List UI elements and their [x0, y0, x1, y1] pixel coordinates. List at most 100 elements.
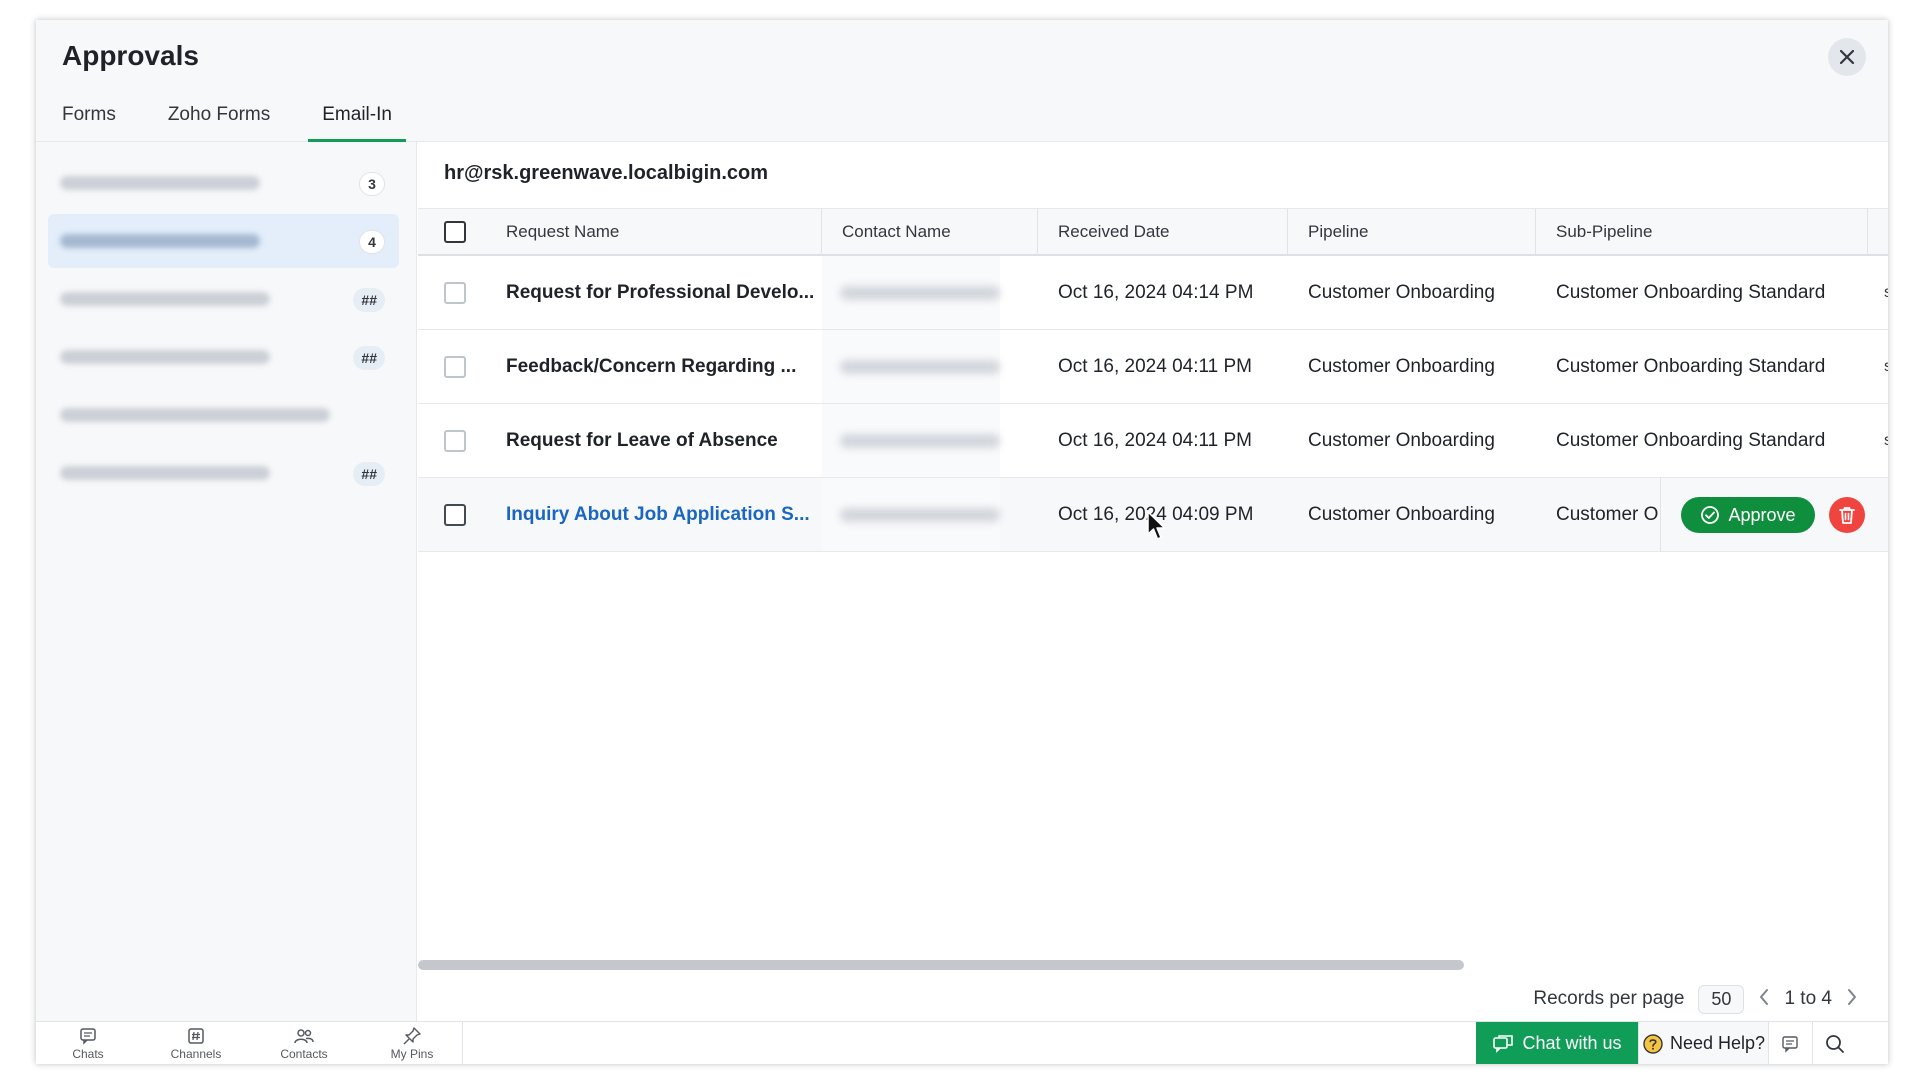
sub-pipeline: Customer Onboarding Standard [1556, 282, 1826, 303]
request-name[interactable]: Request for Professional Develo... [506, 256, 816, 329]
request-name[interactable]: Request for Leave of Absence [506, 404, 816, 477]
need-help-label: Need Help? [1669, 1033, 1766, 1053]
bottom-item-label: Contacts [280, 1047, 328, 1061]
sidebar-item[interactable] [48, 388, 399, 442]
bottom-item-label: My Pins [390, 1047, 434, 1061]
bottom-item-contacts[interactable]: Contacts [264, 1026, 344, 1061]
contacts-icon [294, 1029, 314, 1044]
divider [462, 1022, 463, 1064]
page-range: 1 to 4 [1784, 988, 1832, 1009]
truncated-cell: s [1884, 284, 1888, 301]
sidebar-item-label-redacted [60, 408, 330, 422]
hash-icon [188, 1028, 204, 1044]
feedback-button[interactable] [1768, 1022, 1812, 1064]
tab-email-in[interactable]: Email-In [308, 100, 406, 142]
sidebar-item-label-redacted [60, 292, 270, 306]
bottom-item-channels[interactable]: Channels [156, 1026, 236, 1061]
request-name-link[interactable]: Inquiry About Job Application S... [506, 478, 816, 551]
tab-forms[interactable]: Forms [62, 100, 116, 142]
horizontal-scrollbar[interactable] [418, 960, 1888, 970]
scrollbar-thumb[interactable] [418, 960, 1464, 970]
row-checkbox[interactable] [444, 504, 466, 526]
received-date: Oct 16, 2024 04:11 PM [1058, 356, 1252, 377]
column-header[interactable]: Sub-Pipeline [1536, 209, 1868, 255]
bottom-item-label: Channels [170, 1047, 222, 1061]
sidebar-item-label-redacted [60, 234, 260, 248]
sidebar-item[interactable]: ## [48, 446, 399, 500]
email-sidebar: 3 4 ## ## ## [36, 142, 417, 1022]
next-page-icon[interactable] [1846, 986, 1858, 1012]
sub-pipeline: Customer Onboarding Standard [1556, 356, 1826, 377]
truncated-cell: s [1884, 358, 1888, 375]
sidebar-item[interactable]: ## [48, 272, 399, 326]
column-header[interactable]: Pipeline [1288, 209, 1536, 255]
sidebar-item[interactable]: ## [48, 330, 399, 384]
delete-button[interactable] [1829, 497, 1865, 533]
truncated-cell: s [1884, 432, 1888, 449]
count-badge: ## [353, 288, 385, 312]
contact-name-redacted [840, 508, 1000, 522]
chat-with-us-label: Chat with us [1522, 1033, 1622, 1053]
chat-icon [80, 1028, 96, 1045]
contact-name-redacted [840, 360, 1000, 374]
sidebar-item[interactable]: 3 [48, 156, 399, 210]
column-header[interactable]: Received Date [1038, 209, 1288, 255]
need-help-button[interactable]: Need Help? [1638, 1022, 1768, 1064]
count-badge: ## [353, 346, 385, 370]
mouse-cursor-icon [1147, 511, 1166, 540]
received-date: Oct 16, 2024 04:14 PM [1058, 282, 1254, 303]
select-all-checkbox[interactable] [444, 221, 466, 243]
sub-pipeline: Customer Onboarding Standard [1556, 430, 1826, 451]
bottom-item-chats[interactable]: Chats [48, 1026, 128, 1061]
contact-name-redacted [840, 286, 1000, 300]
table-row[interactable]: Feedback/Concern Regarding ... Oct 16, 2… [418, 330, 1888, 404]
sidebar-item-label-redacted [60, 350, 270, 364]
table-row[interactable]: Request for Leave of Absence Oct 16, 202… [418, 404, 1888, 478]
email-address-title: hr@rsk.greenwave.localbigin.com [444, 162, 769, 184]
table-header: Request Name Contact Name Received Date … [418, 208, 1888, 256]
feedback-icon [1781, 1035, 1798, 1053]
pipeline: Customer Onboarding [1308, 504, 1495, 525]
modal-header: Approvals Forms Zoho Forms Email-In [36, 20, 1888, 142]
count-badge: 4 [359, 230, 385, 254]
pagination: Records per page 50 1 to 4 [1533, 982, 1858, 1016]
table-row[interactable]: Request for Professional Develo... Oct 1… [418, 256, 1888, 330]
row-checkbox[interactable] [444, 356, 466, 378]
row-checkbox[interactable] [444, 430, 466, 452]
chat-with-us-button[interactable]: Chat with us [1476, 1022, 1638, 1064]
column-header[interactable]: Contact Name [822, 209, 1038, 255]
count-badge: 3 [359, 172, 385, 196]
approve-button[interactable]: Approve [1681, 497, 1815, 533]
chat-bubble-icon [1493, 1034, 1514, 1053]
row-actions: Approve [1660, 478, 1888, 551]
approvals-modal: Approvals Forms Zoho Forms Email-In 3 4 … [36, 20, 1888, 1064]
count-badge: ## [353, 462, 385, 486]
main-panel: hr@rsk.greenwave.localbigin.com Request … [418, 142, 1888, 1022]
sidebar-item-label-redacted [60, 176, 260, 190]
search-button[interactable] [1812, 1022, 1856, 1064]
close-button[interactable] [1828, 38, 1866, 76]
sub-pipeline: Customer O [1556, 504, 1659, 525]
pipeline: Customer Onboarding [1308, 430, 1495, 451]
pipeline: Customer Onboarding [1308, 282, 1495, 303]
bottom-item-my-pins[interactable]: My Pins [372, 1026, 452, 1061]
approve-label: Approve [1728, 504, 1796, 525]
records-per-page-label: Records per page [1533, 988, 1685, 1009]
sidebar-item-label-redacted [60, 466, 270, 480]
received-date: Oct 16, 2024 04:11 PM [1058, 430, 1252, 451]
tab-zoho-forms[interactable]: Zoho Forms [168, 100, 270, 142]
question-icon [1643, 1033, 1663, 1054]
page-title: Approvals [62, 40, 199, 71]
pin-icon [403, 1027, 421, 1045]
sidebar-item-selected[interactable]: 4 [48, 214, 399, 268]
pipeline: Customer Onboarding [1308, 356, 1495, 377]
bottom-bar: Chats Channels Contacts My Pins Chat wit… [36, 1021, 1888, 1064]
row-checkbox[interactable] [444, 282, 466, 304]
trash-icon [1839, 507, 1855, 524]
contact-name-redacted [840, 434, 1000, 448]
request-name[interactable]: Feedback/Concern Regarding ... [506, 330, 816, 403]
column-header[interactable]: Request Name [486, 209, 822, 255]
search-icon [1825, 1034, 1844, 1053]
prev-page-icon[interactable] [1758, 986, 1770, 1012]
records-per-page-select[interactable]: 50 [1698, 984, 1745, 1014]
